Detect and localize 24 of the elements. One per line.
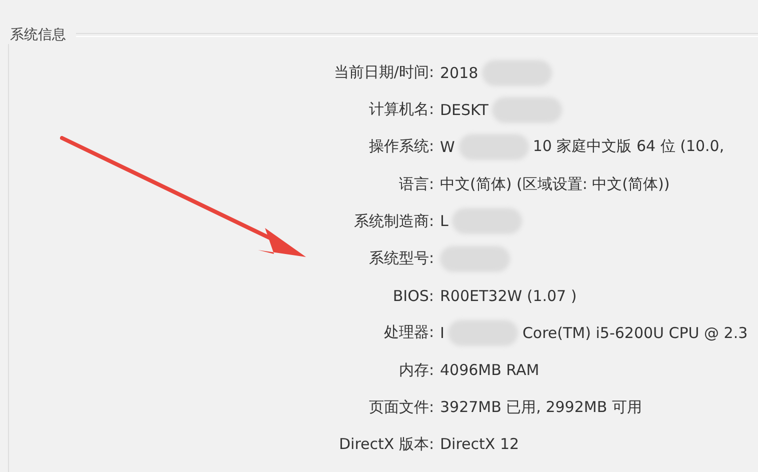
field-label: 操作系统: [368, 137, 435, 156]
field-label: BIOS: [392, 286, 435, 305]
field-label: 系统制造商: [352, 212, 435, 231]
field-value: DESKT [440, 100, 488, 119]
field-label: 页面文件: [368, 398, 435, 417]
field-value: I [440, 324, 444, 342]
field-value: L [440, 212, 448, 230]
field-label: 语言: [398, 174, 435, 194]
field-value: 3927MB 已用, 2992MB 可用 [440, 398, 642, 417]
field-label: 当前日期/时间: [332, 63, 435, 82]
field-value: Core(TM) i5-6200U CPU @ 2.3 [522, 324, 748, 342]
field-label: 处理器: [382, 323, 435, 342]
field-label: 系统型号: [368, 249, 435, 268]
field-value: R00ET32W (1.07 ) [440, 286, 577, 305]
field-value: 中文(简体) (区域设置: 中文(简体)) [440, 174, 670, 194]
field-value: 2018 [440, 64, 478, 82]
field-label: DirectX 版本: [338, 434, 435, 454]
field-value: DirectX 12 [440, 435, 520, 454]
field-label: 内存: [398, 360, 435, 380]
group-title: 系统信息 [10, 26, 66, 44]
field-value: W [440, 138, 455, 156]
field-label: 计算机名: [368, 100, 435, 120]
field-value: 4096MB RAM [440, 361, 540, 380]
field-value: 10 家庭中文版 64 位 (10.0, [532, 137, 724, 156]
